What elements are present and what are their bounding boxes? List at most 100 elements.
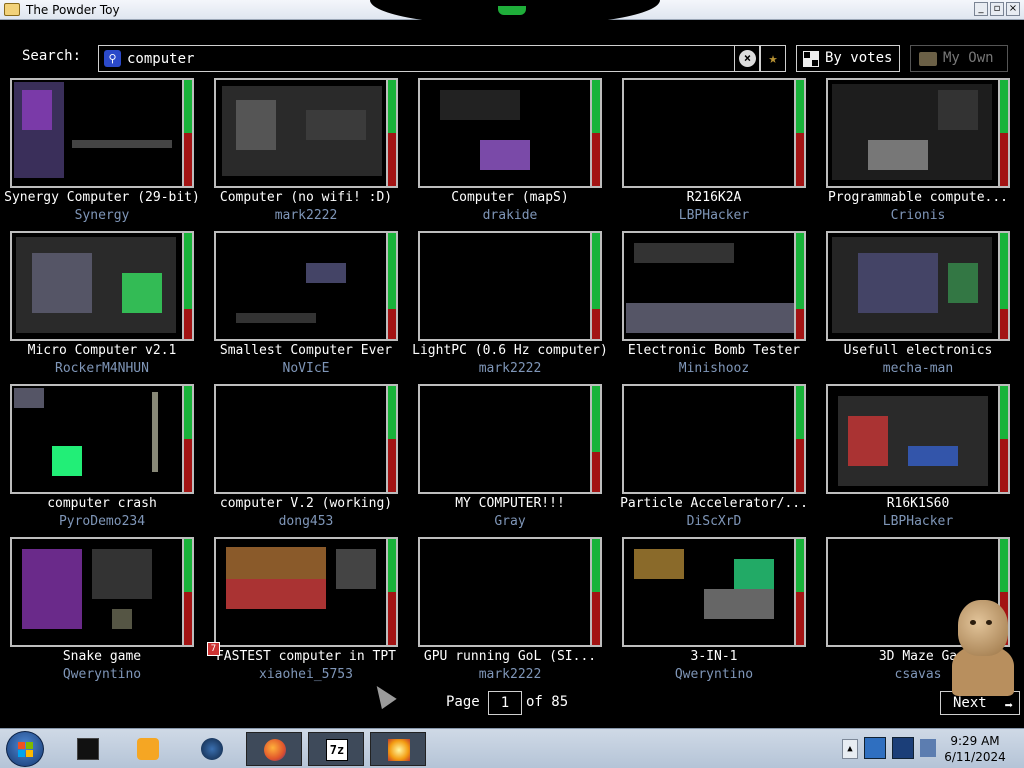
save-card[interactable]: Smallest Computer Ever NoVIcE bbox=[204, 231, 408, 381]
save-title[interactable]: Usefull electronics bbox=[816, 343, 1020, 358]
start-button[interactable] bbox=[6, 731, 44, 767]
save-thumbnail[interactable] bbox=[214, 231, 388, 341]
save-author[interactable]: dong453 bbox=[204, 514, 408, 529]
taskbar-item-globe[interactable] bbox=[184, 732, 240, 766]
save-author[interactable]: Synergy bbox=[0, 208, 204, 223]
save-thumbnail[interactable] bbox=[622, 78, 796, 188]
save-thumbnail[interactable] bbox=[622, 384, 796, 494]
page-number-input[interactable] bbox=[488, 691, 522, 715]
sort-by-votes-button[interactable]: By votes bbox=[796, 45, 900, 72]
save-title[interactable]: Snake game bbox=[0, 649, 204, 664]
save-title[interactable]: Computer (no wifi! :D) bbox=[204, 190, 408, 205]
save-card[interactable]: Usefull electronics mecha-man bbox=[816, 231, 1020, 381]
save-author[interactable]: RockerM4NHUN bbox=[0, 361, 204, 376]
taskbar-item-media[interactable] bbox=[120, 732, 176, 766]
close-button[interactable]: × bbox=[1006, 2, 1020, 16]
save-author[interactable]: Gray bbox=[408, 514, 612, 529]
save-title[interactable]: MY COMPUTER!!! bbox=[408, 496, 612, 511]
save-author[interactable]: mecha-man bbox=[816, 361, 1020, 376]
save-title[interactable]: Smallest Computer Ever bbox=[204, 343, 408, 358]
save-author[interactable]: mark2222 bbox=[204, 208, 408, 223]
thumbnail-detail bbox=[634, 243, 734, 263]
save-title[interactable]: Programmable compute... bbox=[816, 190, 1020, 205]
save-card[interactable]: GPU running GoL (SI... mark2222 bbox=[408, 537, 612, 687]
save-thumbnail[interactable] bbox=[418, 231, 592, 341]
save-author[interactable]: LBPHacker bbox=[816, 514, 1020, 529]
favorites-button[interactable]: ★ bbox=[760, 45, 786, 72]
display-icon[interactable] bbox=[892, 737, 914, 759]
save-card[interactable]: Snake game Qweryntino bbox=[0, 537, 204, 687]
minimize-button[interactable]: _ bbox=[974, 2, 988, 16]
save-title[interactable]: GPU running GoL (SI... bbox=[408, 649, 612, 664]
thumbnail-detail bbox=[236, 100, 276, 150]
save-thumbnail[interactable] bbox=[622, 537, 796, 647]
save-thumbnail[interactable] bbox=[418, 384, 592, 494]
save-author[interactable]: PyroDemo234 bbox=[0, 514, 204, 529]
save-thumbnail[interactable] bbox=[418, 537, 592, 647]
save-author[interactable]: Qweryntino bbox=[612, 667, 816, 682]
search-box[interactable]: ⚲ bbox=[98, 45, 760, 72]
my-own-button[interactable]: My Own bbox=[910, 45, 1008, 72]
save-card[interactable]: FASTEST computer in TPT xiaohei_5753 bbox=[204, 537, 408, 687]
save-title[interactable]: R16K1S60 bbox=[816, 496, 1020, 511]
save-author[interactable]: Minishooz bbox=[612, 361, 816, 376]
save-author[interactable]: LBPHacker bbox=[612, 208, 816, 223]
clear-search-button[interactable]: × bbox=[734, 45, 760, 72]
save-thumbnail[interactable] bbox=[418, 78, 592, 188]
save-title[interactable]: Particle Accelerator/... bbox=[612, 496, 816, 511]
taskbar-item-powder-toy[interactable] bbox=[370, 732, 426, 766]
volume-icon[interactable] bbox=[920, 739, 936, 757]
taskbar-item-monitor[interactable] bbox=[60, 732, 116, 766]
save-card[interactable]: MY COMPUTER!!! Gray bbox=[408, 384, 612, 534]
save-card[interactable]: Computer (mapS) drakide bbox=[408, 78, 612, 228]
save-author[interactable]: DiScXrD bbox=[612, 514, 816, 529]
save-title[interactable]: Micro Computer v2.1 bbox=[0, 343, 204, 358]
save-author[interactable]: drakide bbox=[408, 208, 612, 223]
save-author[interactable]: mark2222 bbox=[408, 667, 612, 682]
save-card[interactable]: LightPC (0.6 Hz computer) mark2222 bbox=[408, 231, 612, 381]
save-title[interactable]: 3-IN-1 bbox=[612, 649, 816, 664]
save-title[interactable]: LightPC (0.6 Hz computer) bbox=[408, 343, 612, 358]
save-thumbnail[interactable] bbox=[214, 384, 388, 494]
save-title[interactable]: Electronic Bomb Tester bbox=[612, 343, 816, 358]
save-author[interactable]: NoVIcE bbox=[204, 361, 408, 376]
arrow-right-icon: ➡ bbox=[1004, 698, 1013, 714]
save-author[interactable]: Crionis bbox=[816, 208, 1020, 223]
taskbar-item-7zip[interactable]: 7z bbox=[308, 732, 364, 766]
save-title[interactable]: Computer (mapS) bbox=[408, 190, 612, 205]
save-card[interactable]: Micro Computer v2.1 RockerM4NHUN bbox=[0, 231, 204, 381]
save-thumbnail[interactable] bbox=[10, 384, 184, 494]
save-title[interactable]: computer V.2 (working) bbox=[204, 496, 408, 511]
save-thumbnail[interactable] bbox=[622, 231, 796, 341]
save-thumbnail[interactable] bbox=[10, 537, 184, 647]
save-card[interactable]: Computer (no wifi! :D) mark2222 bbox=[204, 78, 408, 228]
save-title[interactable]: computer crash bbox=[0, 496, 204, 511]
save-thumbnail[interactable] bbox=[826, 231, 1000, 341]
save-card[interactable]: computer crash PyroDemo234 bbox=[0, 384, 204, 534]
taskbar-item-firefox[interactable] bbox=[246, 732, 302, 766]
save-title[interactable]: R216K2A bbox=[612, 190, 816, 205]
save-thumbnail[interactable] bbox=[826, 78, 1000, 188]
save-thumbnail[interactable] bbox=[10, 78, 184, 188]
save-thumbnail[interactable] bbox=[826, 384, 1000, 494]
save-card[interactable]: R16K1S60 LBPHacker bbox=[816, 384, 1020, 534]
save-card[interactable]: computer V.2 (working) dong453 bbox=[204, 384, 408, 534]
save-title[interactable]: FASTEST computer in TPT bbox=[204, 649, 408, 664]
maximize-button[interactable]: ▫ bbox=[990, 2, 1004, 16]
save-card[interactable]: Synergy Computer (29-bit) Synergy bbox=[0, 78, 204, 228]
save-card[interactable]: R216K2A LBPHacker bbox=[612, 78, 816, 228]
save-card[interactable]: 3-IN-1 Qweryntino bbox=[612, 537, 816, 687]
save-thumbnail[interactable] bbox=[214, 78, 388, 188]
network-icon[interactable] bbox=[864, 737, 886, 759]
save-author[interactable]: mark2222 bbox=[408, 361, 612, 376]
clock[interactable]: 9:29 AM 6/11/2024 bbox=[944, 733, 1006, 765]
save-thumbnail[interactable] bbox=[214, 537, 388, 647]
save-card[interactable]: Particle Accelerator/... DiScXrD bbox=[612, 384, 816, 534]
save-author[interactable]: xiaohei_5753 bbox=[204, 667, 408, 682]
search-input[interactable] bbox=[127, 49, 727, 69]
save-card[interactable]: Programmable compute... Crionis bbox=[816, 78, 1020, 228]
save-thumbnail[interactable] bbox=[10, 231, 184, 341]
save-card[interactable]: Electronic Bomb Tester Minishooz bbox=[612, 231, 816, 381]
save-author[interactable]: Qweryntino bbox=[0, 667, 204, 682]
save-title[interactable]: Synergy Computer (29-bit) bbox=[0, 190, 204, 205]
